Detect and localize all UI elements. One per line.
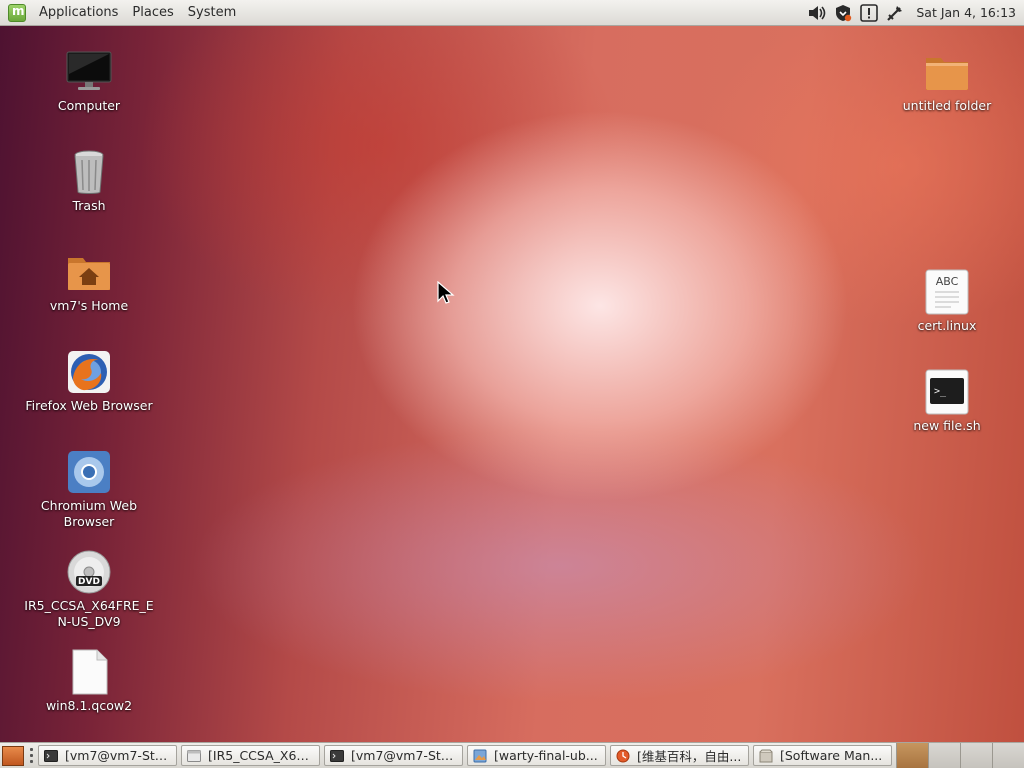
task-button[interactable]: [维基百科，自由... [610,745,749,766]
task-button[interactable]: [warty-final-ub... [467,745,606,766]
svg-text:DVD: DVD [78,577,100,587]
desktop-icon-new-file-sh[interactable]: >_ new file.sh [882,368,1012,434]
desktop-icon-firefox[interactable]: Firefox Web Browser [24,348,154,414]
script-file-icon: >_ [923,368,971,416]
prompt-badge: >_ [934,386,947,397]
shield-update-icon[interactable] [832,2,854,24]
panel-grip-handle[interactable] [28,747,34,765]
mouse-cursor-icon [437,281,455,304]
desktop-icon-qcow2[interactable]: win8.1.qcow2 [24,648,154,714]
browser-icon [616,749,630,763]
desktop-icon-label: IR5_CCSA_X64FRE_EN-US_DV9 [24,598,154,629]
volume-icon[interactable] [806,2,828,24]
dvd-icon: DVD [65,548,113,596]
task-button[interactable]: [Software Man... [753,745,892,766]
task-label: [warty-final-ub... [494,748,598,763]
desktop-icon-label: Computer [57,98,121,113]
desktop-icon-cert-linux[interactable]: ABC cert.linux [882,268,1012,334]
monitor-icon [65,48,113,96]
task-label: [IR5_CCSA_X64... [208,748,314,763]
desktop-icon-computer[interactable]: Computer [24,48,154,114]
menu-system[interactable]: System [181,5,243,20]
desktop-icon-label: vm7's Home [49,298,129,313]
desktop-icon-home[interactable]: vm7's Home [24,248,154,314]
image-viewer-icon [473,749,487,763]
desktop-icon-label: new file.sh [913,418,981,433]
terminal-icon [330,749,344,763]
text-file-icon: ABC [923,268,971,316]
desktop[interactable]: Computer Trash vm7's Home Firefox Web Br… [0,26,1024,742]
desktop-icon-label: cert.linux [917,318,977,333]
top-panel: Applications Places System Sat Jan 4, 16… [0,0,1024,26]
system-tray: Sat Jan 4, 16:13 [804,0,1024,26]
mint-logo-icon[interactable] [8,3,26,22]
desktop-icon-label: Trash [72,198,106,213]
workspace-2[interactable] [928,743,960,768]
package-icon [759,749,773,763]
workspace-1[interactable] [896,743,928,768]
folder-icon [923,48,971,96]
firefox-icon [65,348,113,396]
terminal-icon [44,749,58,763]
task-button[interactable]: [vm7@vm7-Sta... [38,745,177,766]
show-desktop-button[interactable] [2,745,24,766]
window-icon [187,749,201,763]
chromium-icon [65,448,113,496]
workspace-switcher [896,743,1024,768]
trash-icon [65,148,113,196]
desktop-icon-label: Firefox Web Browser [25,398,153,413]
menu-applications[interactable]: Applications [32,5,125,20]
desktop-icon-untitled-folder[interactable]: untitled folder [882,48,1012,114]
workspace-3[interactable] [960,743,992,768]
desktop-icon-label: untitled folder [902,98,992,113]
home-folder-icon [65,248,113,296]
desktop-icon-dvd[interactable]: DVD IR5_CCSA_X64FRE_EN-US_DV9 [24,548,154,630]
clock[interactable]: Sat Jan 4, 16:13 [916,5,1016,20]
file-icon [65,648,113,696]
notification-alert-icon[interactable] [858,2,880,24]
network-icon[interactable] [884,2,906,24]
workspace-4[interactable] [992,743,1024,768]
task-label: [vm7@vm7-Sta... [351,748,457,763]
desktop-icon-label: Chromium Web Browser [40,498,138,529]
task-button[interactable]: [IR5_CCSA_X64... [181,745,320,766]
desktop-icon-label: win8.1.qcow2 [45,698,133,713]
task-label: [维基百科，自由... [637,749,742,764]
desktop-icon-chromium[interactable]: Chromium Web Browser [24,448,154,530]
desktop-icon-trash[interactable]: Trash [24,148,154,214]
menu-places[interactable]: Places [125,5,180,20]
task-label: [vm7@vm7-Sta... [65,748,171,763]
taskbar: [vm7@vm7-Sta... [IR5_CCSA_X64... [vm7@vm… [0,742,1024,768]
task-button[interactable]: [vm7@vm7-Sta... [324,745,463,766]
abc-badge: ABC [936,275,959,288]
task-label: [Software Man... [780,748,883,763]
